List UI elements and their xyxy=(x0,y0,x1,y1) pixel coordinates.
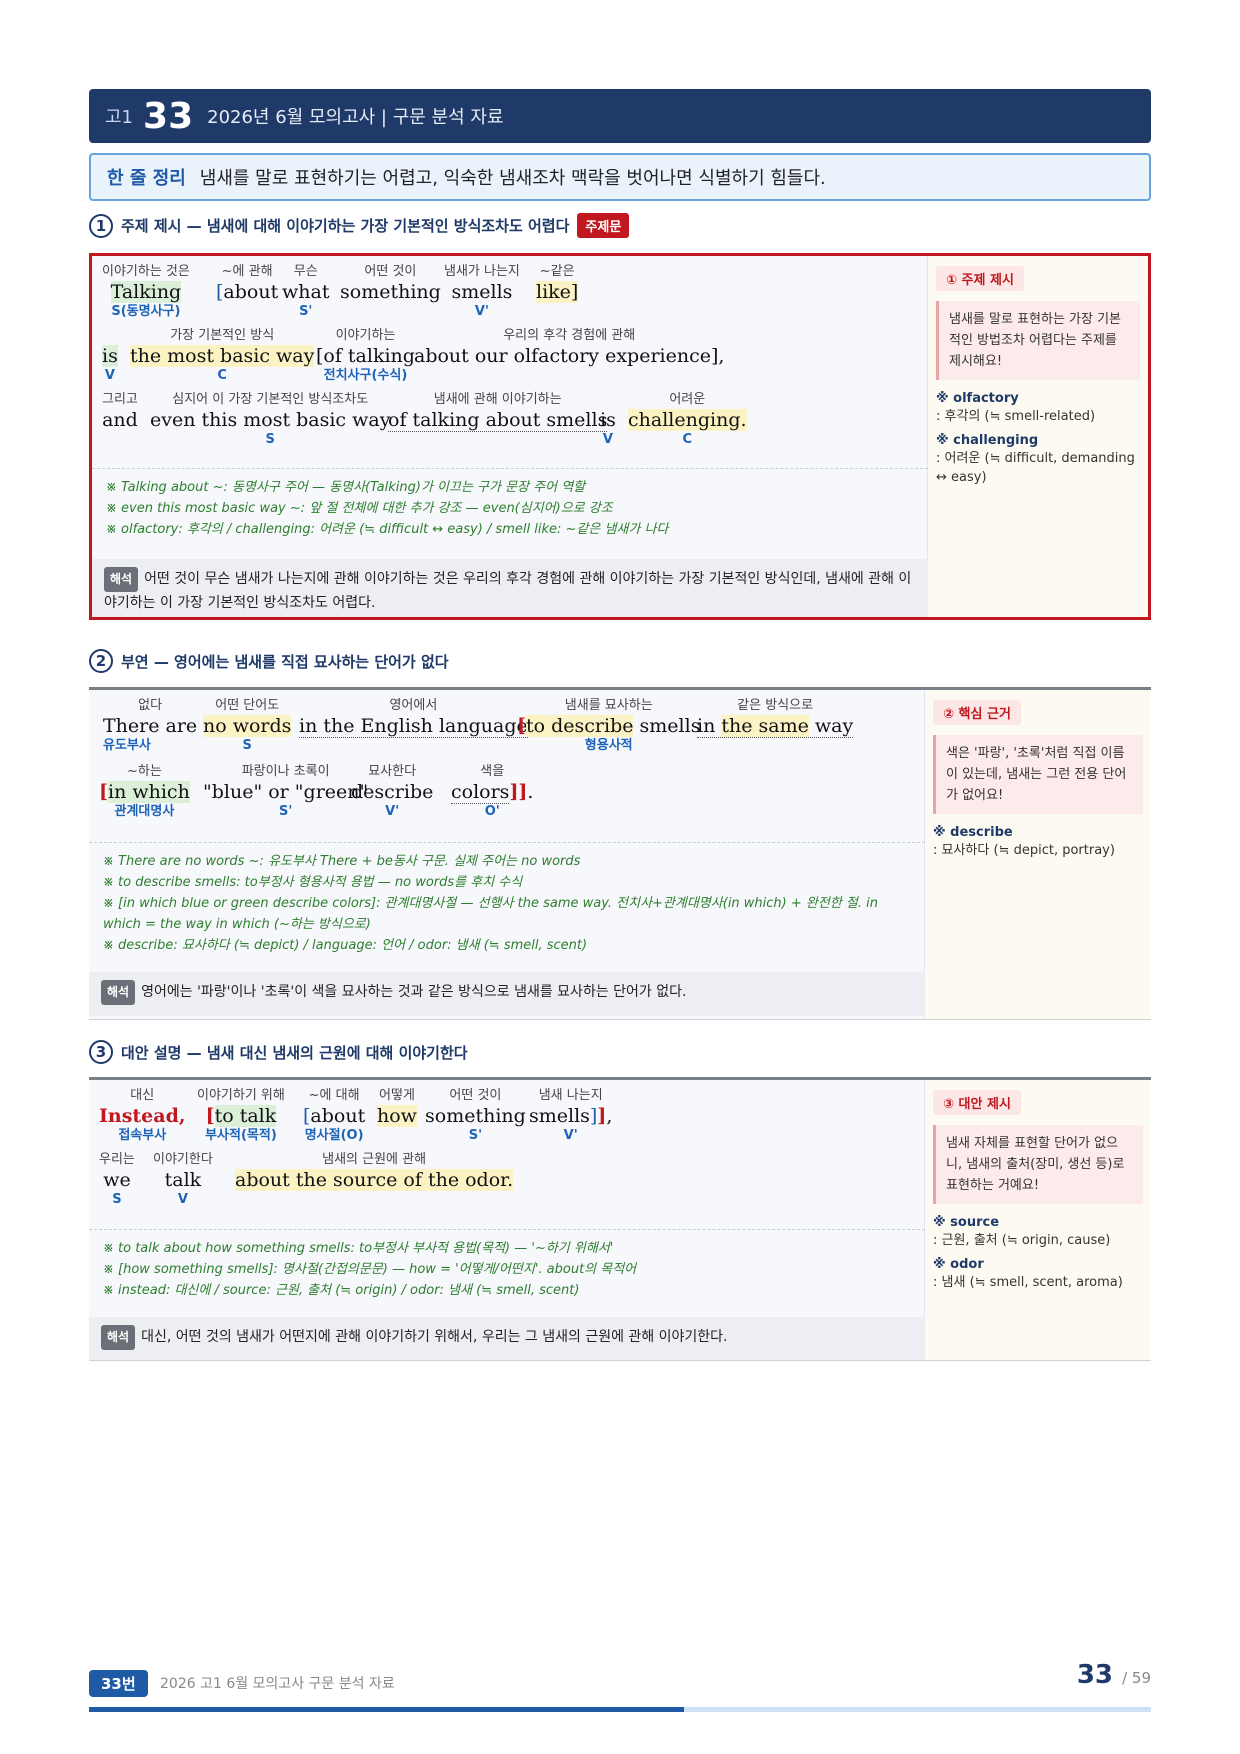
section-number: 3 xyxy=(89,1040,113,1064)
grammar-notes: ※ to talk about how something smells: to… xyxy=(89,1229,925,1301)
chunk: 묘사한다 describe V' xyxy=(351,764,434,819)
chunk: ~하는 [in which 관계대명사 xyxy=(99,764,190,819)
summary-label: 한 줄 정리 xyxy=(107,168,186,189)
chunk: 냄새에 관해 이야기하는 of talking about smells xyxy=(388,392,608,432)
vocab-def: : 근원, 출처 (≒ origin, cause) xyxy=(933,1233,1111,1248)
chunk: 무슨 what S' xyxy=(282,264,330,319)
chunk: 어떤 것이 something xyxy=(340,264,441,303)
vocab-def: : 후각의 (≒ smell-related) xyxy=(936,409,1096,424)
chunk: ~같은 like] xyxy=(536,264,579,303)
point-tag: ③ 대안 제시 xyxy=(933,1090,1021,1115)
side-panel: ② 핵심 근거 색은 '파랑', '초록'처럼 직접 이름이 있는데, 냄새는 … xyxy=(925,690,1151,1019)
topic-sentence-badge: 주제문 xyxy=(577,213,630,238)
translation-tag: 해석 xyxy=(101,980,136,1005)
summary-text: 냄새를 말로 표현하기는 어렵고, 익숙한 냄새조차 맥락을 벗어나면 식별하기… xyxy=(199,168,826,189)
vocab-def: : 묘사하다 (≒ depict, portray) xyxy=(933,843,1115,858)
chunk: 우리의 후각 경험에 관해 about our olfactory experie… xyxy=(414,328,725,367)
chunk: 냄새의 근원에 관해 about the source of the odor. xyxy=(235,1152,514,1191)
grammar-notes: ※ Talking about ~: 동명사구 주어 — 동명사(Talking… xyxy=(92,468,928,540)
chunk: ~에 대해 [about 명사절(O) xyxy=(303,1088,366,1143)
chunk: 어떤 단어도 no words S xyxy=(203,698,292,753)
vocab-word: ※ source xyxy=(933,1215,1000,1230)
section-1-box: 이야기하는 것은 Talking S(동명사구) ~에 관해 [about 무슨 wha… xyxy=(89,253,1151,620)
section-1-heading: 1 주제 제시 — 냄새에 대해 이야기하는 가장 기본적인 방식조차도 어렵다… xyxy=(89,213,630,238)
chunk: is V xyxy=(600,409,616,447)
chunk: 색을 colors]]. O' xyxy=(451,764,534,819)
section-title: 주제 제시 — 냄새에 대해 이야기하는 가장 기본적인 방식조차도 어렵다 xyxy=(121,217,570,235)
page-number: 33 / 59 xyxy=(1076,1660,1151,1690)
point-box: 색은 '파랑', '초록'처럼 직접 이름이 있는데, 냄새는 그런 전용 단어… xyxy=(933,735,1143,814)
chunk: 이야기한다 talk V xyxy=(153,1152,213,1207)
progress-fill xyxy=(89,1707,684,1712)
point-tag: ① 주제 제시 xyxy=(936,266,1024,291)
side-panel: ① 주제 제시 냄새를 말로 표현하는 가장 기본적인 방법조차 어렵다는 주제… xyxy=(928,256,1148,617)
chunk: 냄새를 묘사하는 [to describe smells 형용사적 xyxy=(517,698,701,753)
point-box: 냄새를 말로 표현하는 가장 기본적인 방법조차 어렵다는 주제를 제시해요! xyxy=(936,301,1140,380)
section-number: 2 xyxy=(89,649,113,673)
vocab-word: ※ odor xyxy=(933,1257,984,1272)
vocab-def: : 어려운 (≒ difficult, demanding ↔ easy) xyxy=(936,451,1135,485)
section-title: 대안 설명 — 냄새 대신 냄새의 근원에 대해 이야기한다 xyxy=(121,1043,468,1062)
page-header: 고1 33 2026년 6월 모의고사 | 구문 분석 자료 xyxy=(89,89,1151,143)
analysis-panel: 없다 There are 유도부사 어떤 단어도 no words S 영어에서 in t… xyxy=(89,690,925,1019)
side-panel: ③ 대안 제시 냄새 자체를 표현할 단어가 없으니, 냄새의 출처(장미, 생… xyxy=(925,1080,1151,1360)
point-tag: ② 핵심 근거 xyxy=(933,700,1021,725)
chunk: 심지어 이 가장 기본적인 방식조차도 even this most basic … xyxy=(150,392,391,447)
footer-badge: 33번 xyxy=(89,1670,148,1697)
question-number: 33 xyxy=(143,95,194,137)
footer-text: 2026 고1 6월 모의고사 구문 분석 자료 xyxy=(160,1676,395,1692)
translation: 해석 어떤 것이 무슨 냄새가 나는지에 관해 이야기하는 것은 우리의 후각 경… xyxy=(92,559,928,617)
translation-tag: 해석 xyxy=(101,1325,136,1350)
translation-tag: 해석 xyxy=(104,567,139,592)
section-3-box: 대신 Instead, 접속부사 이야기하기 위해 [to talk 부사적(목적) ~… xyxy=(89,1077,1151,1361)
grammar-notes: ※ There are no words ~: 유도부사 There + be동… xyxy=(89,842,925,956)
vocab-word: ※ challenging xyxy=(936,433,1039,448)
section-3-heading: 3 대안 설명 — 냄새 대신 냄새의 근원에 대해 이야기한다 xyxy=(89,1040,468,1064)
section-number: 1 xyxy=(89,213,113,238)
chunk: 이야기하는 것은 Talking S(동명사구) xyxy=(102,264,190,319)
chunk: 어떤 것이 something S' xyxy=(425,1088,526,1143)
section-2-heading: 2 부연 — 영어에는 냄새를 직접 묘사하는 단어가 없다 xyxy=(89,649,449,673)
chunk: 없다 There are 유도부사 xyxy=(103,698,198,753)
vocab-word: ※ olfactory xyxy=(936,391,1019,406)
chunk: 가장 기본적인 방식 the most basic way C xyxy=(130,328,315,383)
chunk: 영어에서 in the English language xyxy=(299,698,528,738)
section-title: 부연 — 영어에는 냄새를 직접 묘사하는 단어가 없다 xyxy=(121,652,449,671)
chunk: 대신 Instead, 접속부사 xyxy=(99,1088,186,1143)
chunk: 이야기하는 [of talking 전치사구(수식) xyxy=(316,328,415,383)
page-total: / 59 xyxy=(1122,1669,1151,1687)
chunk: 우리는 we S xyxy=(99,1152,135,1207)
chunk: 이야기하기 위해 [to talk 부사적(목적) xyxy=(197,1088,285,1143)
analysis-panel: 이야기하는 것은 Talking S(동명사구) ~에 관해 [about 무슨 wha… xyxy=(92,256,928,617)
translation: 해석 영어에는 '파랑'이나 '초록'이 색을 묘사하는 것과 같은 방식으로 냄… xyxy=(89,972,925,1016)
translation: 해석 대신, 어떤 것의 냄새가 어떤지에 관해 이야기하기 위해서, 우리는 그… xyxy=(89,1317,925,1360)
analysis-panel: 대신 Instead, 접속부사 이야기하기 위해 [to talk 부사적(목적) ~… xyxy=(89,1080,925,1360)
chunk: 그리고 and xyxy=(102,392,138,431)
chunk: 냄새 나는지 smells]], V' xyxy=(529,1088,613,1143)
chunk: 어려운 challenging. C xyxy=(628,392,747,447)
summary-box: 한 줄 정리 냄새를 말로 표현하기는 어렵고, 익숙한 냄새조차 맥락을 벗어… xyxy=(89,153,1151,201)
point-box: 냄새 자체를 표현할 단어가 없으니, 냄새의 출처(장미, 생선 등)로 표현… xyxy=(933,1125,1143,1204)
chunk: 파랑이나 초록이 "blue" or "green" S' xyxy=(203,764,369,819)
header-title: 2026년 6월 모의고사 | 구문 분석 자료 xyxy=(207,107,504,128)
section-2-box: 없다 There are 유도부사 어떤 단어도 no words S 영어에서 in t… xyxy=(89,687,1151,1020)
chunk: 냄새가 나는지 smells V' xyxy=(444,264,520,319)
chunk: 어떻게 how xyxy=(377,1088,417,1127)
grade-label: 고1 xyxy=(105,107,134,128)
progress-bar xyxy=(89,1707,1151,1712)
chunk: ~에 관해 [about xyxy=(216,264,279,303)
vocab-def: : 냄새 (≒ smell, scent, aroma) xyxy=(933,1275,1123,1290)
chunk: is V xyxy=(102,345,118,383)
chunk: 같은 방식으로 in the same way xyxy=(697,698,854,738)
vocab-word: ※ describe xyxy=(933,825,1013,840)
